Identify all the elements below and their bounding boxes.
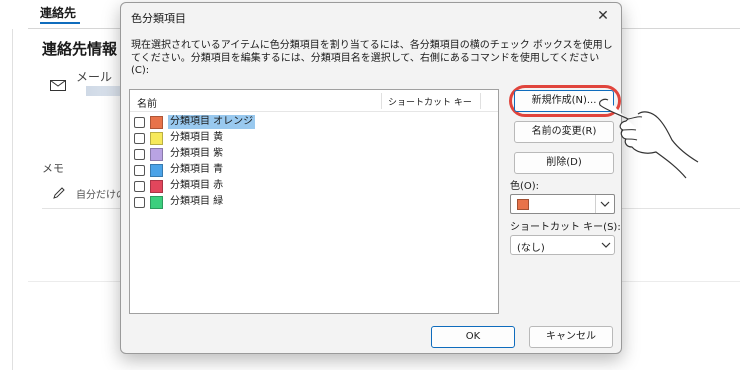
list-item[interactable]: 分類項目 青 [130, 162, 498, 178]
category-color-swatch [150, 148, 163, 161]
dialog-title: 色分類項目 [131, 12, 186, 25]
category-label[interactable]: 分類項目 赤 [168, 179, 225, 193]
cancel-button[interactable]: キャンセル [529, 326, 613, 348]
category-label[interactable]: 分類項目 黄 [168, 131, 225, 145]
column-divider [480, 93, 481, 109]
ok-button[interactable]: OK [431, 326, 515, 348]
mail-icon [50, 80, 66, 91]
tab-contacts[interactable]: 連絡先 [40, 4, 76, 21]
column-header-name[interactable]: 名前 [137, 95, 157, 110]
window-border [12, 29, 13, 370]
shortcut-value: (なし) [517, 243, 545, 254]
pointing-hand-icon [599, 98, 699, 179]
category-label[interactable]: 分類項目 紫 [168, 147, 225, 161]
category-label[interactable]: 分類項目 オレンジ [168, 115, 256, 129]
close-icon[interactable]: ✕ [593, 7, 613, 25]
column-header-shortcut[interactable]: ショートカット キー [388, 95, 472, 108]
category-checkbox[interactable] [134, 197, 145, 208]
list-header: 名前 ショートカット キー [130, 90, 498, 112]
category-checkbox[interactable] [134, 181, 145, 192]
column-divider [381, 93, 382, 109]
category-color-swatch [150, 180, 163, 193]
memo-input[interactable]: 自分だけの [76, 186, 122, 201]
category-rows: 分類項目 オレンジ 分類項目 黄分類項目 紫分類項目 青分類項目 赤分類項目 緑 [130, 114, 498, 210]
category-color-swatch [150, 132, 163, 145]
category-color-swatch [150, 164, 163, 177]
list-item[interactable]: 分類項目 赤 [130, 178, 498, 194]
color-categories-dialog: 色分類項目 ✕ 現在選択されているアイテムに色分類項目を割り当てるには、各分類項… [120, 2, 622, 354]
list-item[interactable]: 分類項目 黄 [130, 130, 498, 146]
contact-info-title: 連絡先情報 [42, 40, 118, 58]
category-color-swatch [150, 196, 163, 209]
list-item[interactable]: 分類項目 紫 [130, 146, 498, 162]
pencil-icon [53, 187, 65, 199]
shortcut-select[interactable]: (なし) [510, 235, 615, 255]
memo-label: メモ [42, 162, 64, 175]
color-picker[interactable] [510, 194, 615, 214]
color-swatch [517, 199, 529, 210]
category-label[interactable]: 分類項目 青 [168, 163, 225, 177]
shortcut-label: ショートカット キー(S): [510, 222, 621, 233]
list-item[interactable]: 分類項目 オレンジ [130, 114, 498, 130]
category-list[interactable]: 名前 ショートカット キー 分類項目 オレンジ 分類項目 黄分類項目 紫分類項目 … [129, 89, 499, 314]
list-item[interactable]: 分類項目 緑 [130, 194, 498, 210]
dialog-description: 現在選択されているアイテムに色分類項目を割り当てるには、各分類項目の横のチェック… [131, 40, 613, 76]
category-label[interactable]: 分類項目 緑 [168, 195, 225, 209]
category-checkbox[interactable] [134, 149, 145, 160]
category-checkbox[interactable] [134, 117, 145, 128]
category-color-swatch [150, 116, 163, 129]
chevron-down-icon [601, 242, 611, 248]
tab-underline [40, 22, 80, 24]
color-label: 色(O): [510, 181, 540, 192]
category-checkbox[interactable] [134, 133, 145, 144]
chevron-down-icon [600, 201, 610, 207]
category-checkbox[interactable] [134, 165, 145, 176]
mail-label: メール [76, 70, 113, 84]
combo-divider [595, 195, 596, 213]
